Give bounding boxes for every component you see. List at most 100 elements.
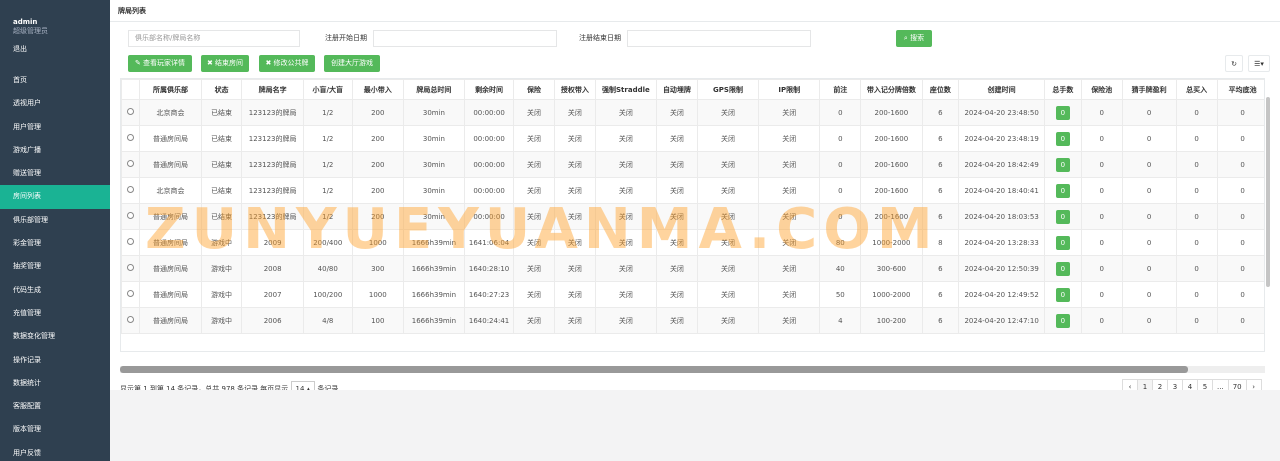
row-radio[interactable]	[127, 264, 135, 271]
total-hands-button[interactable]: 0	[1055, 313, 1070, 328]
table-row[interactable]: 普通房间局 游戏中 2006 4/8 100 1666h39min 1640:24:41 关闭…	[121, 307, 1264, 334]
table-cell: 6	[921, 255, 960, 282]
column-header[interactable]: GPS限制	[696, 79, 760, 100]
table-cell: 关闭	[553, 125, 596, 152]
sidebar-item[interactable]: 数据统计	[0, 372, 110, 395]
row-radio[interactable]	[127, 290, 135, 297]
total-hands-button[interactable]: 0	[1055, 105, 1070, 120]
end-date-input[interactable]	[627, 30, 811, 47]
total-hands-button[interactable]: 0	[1055, 209, 1070, 224]
table-row[interactable]: 普通房间局 已结束 123123的牌局 1/2 200 30min 00:00:00 关闭 关闭…	[121, 125, 1264, 152]
row-radio[interactable]	[127, 238, 135, 245]
view-player-details-button[interactable]: ✎ 查看玩家详情	[128, 55, 192, 72]
scrollbar-thumb[interactable]	[120, 366, 1188, 373]
refresh-button[interactable]: ↻	[1225, 55, 1243, 72]
table-cell: 关闭	[513, 151, 555, 178]
columns-toggle-button[interactable]: ☰▾	[1248, 55, 1270, 72]
column-header[interactable]: 强制Straddle	[594, 79, 658, 100]
start-date-input[interactable]	[373, 30, 557, 47]
column-header[interactable]: 自动埋牌	[656, 79, 698, 100]
table-row[interactable]: 普通房间局 已结束 123123的牌局 1/2 200 30min 00:00:00 关闭 关闭…	[121, 203, 1264, 230]
row-radio[interactable]	[127, 212, 135, 219]
table-cell: 关闭	[513, 203, 555, 230]
column-header[interactable]: 总手数	[1044, 79, 1082, 100]
total-hands-button[interactable]: 0	[1055, 183, 1070, 198]
table-row[interactable]: 普通房间局 游戏中 2007 100/200 1000 1666h39min 1640:27…	[121, 281, 1264, 308]
row-select-cell	[121, 229, 141, 256]
column-header[interactable]: 授权带入	[553, 79, 596, 100]
table-row[interactable]: 北京商会 已结束 123123的牌局 1/2 200 30min 00:00:00 关闭 关闭关…	[121, 177, 1264, 204]
table-cell: 6	[921, 177, 960, 204]
sidebar-item[interactable]: 用户管理	[0, 116, 110, 139]
table-row[interactable]: 普通房间局 已结束 123123的牌局 1/2 200 30min 00:00:00 关闭 关闭…	[121, 151, 1264, 178]
table-cell: 1000	[351, 229, 404, 256]
edit-public-cards-button[interactable]: ✖ 修改公共牌	[259, 55, 315, 72]
sidebar-item[interactable]: 首页	[0, 69, 110, 92]
column-header[interactable]: 最小带入	[351, 79, 404, 100]
row-radio[interactable]	[127, 316, 135, 323]
horizontal-scrollbar[interactable]	[120, 366, 1265, 373]
row-radio[interactable]	[127, 186, 135, 193]
table-cell: 30min	[402, 177, 466, 204]
column-header[interactable]: 创建时间	[958, 79, 1046, 100]
column-header[interactable]: 平均底池	[1216, 79, 1264, 100]
sidebar-item[interactable]: 充值管理	[0, 302, 110, 325]
table-cell: 0	[1216, 177, 1264, 204]
total-hands-button[interactable]: 0	[1055, 287, 1070, 302]
total-hands-button[interactable]: 0	[1055, 157, 1070, 172]
column-header[interactable]: 保险池	[1080, 79, 1123, 100]
total-hands-button[interactable]: 0	[1055, 261, 1070, 276]
column-header[interactable]: 牌局名字	[241, 79, 304, 100]
sidebar-item[interactable]: 数据变化管理	[0, 325, 110, 348]
total-hands-button[interactable]: 0	[1055, 235, 1070, 250]
column-header[interactable]: 牌局总时间	[402, 79, 466, 100]
sidebar-item[interactable]: 客服配置	[0, 395, 110, 418]
column-header[interactable]: IP限制	[758, 79, 821, 100]
end-room-button[interactable]: ✖ 结束房间	[201, 55, 249, 72]
sidebar-item[interactable]: 代码生成	[0, 279, 110, 302]
total-hands-cell: 0	[1044, 307, 1082, 334]
logout-link[interactable]: 退出	[13, 44, 110, 54]
column-header[interactable]: 状态	[200, 79, 243, 100]
sidebar-item[interactable]: 版本管理	[0, 418, 110, 441]
table-row[interactable]: 普通房间局 游戏中 2009 200/400 1000 1666h39min 1641:06…	[121, 229, 1264, 256]
column-header[interactable]: 带入记分牌倍数	[860, 79, 923, 100]
row-radio[interactable]	[127, 160, 135, 167]
sidebar-item[interactable]: 赠送管理	[0, 162, 110, 185]
table-row[interactable]: 北京商会 已结束 123123的牌局 1/2 200 30min 00:00:00 关闭 关闭关…	[121, 99, 1264, 126]
sidebar-item[interactable]: 操作记录	[0, 349, 110, 372]
column-header[interactable]: 小盲/大盲	[302, 79, 353, 100]
vertical-scrollbar[interactable]	[1266, 97, 1270, 287]
table-cell: 0	[1216, 99, 1264, 126]
table-cell: 关闭	[594, 125, 658, 152]
sidebar-item[interactable]: 房间列表	[0, 185, 110, 209]
empty-area	[110, 390, 1280, 461]
row-radio[interactable]	[127, 108, 135, 115]
table-row[interactable]: 普通房间局 游戏中 2008 40/80 300 1666h39min 1640:28:10…	[121, 255, 1264, 282]
search-button[interactable]: ⌕ 搜索	[896, 30, 932, 47]
column-header[interactable]: 所属俱乐部	[139, 79, 202, 100]
column-header[interactable]: 剩余时间	[464, 79, 515, 100]
table-cell: 关闭	[594, 307, 658, 334]
sidebar-item[interactable]: 彩金管理	[0, 232, 110, 255]
table-cell: 0	[1175, 125, 1218, 152]
sidebar-item[interactable]: 抽奖管理	[0, 255, 110, 278]
total-hands-button[interactable]: 0	[1055, 131, 1070, 146]
end-date-label: 注册结束日期	[579, 34, 621, 42]
sidebar-item[interactable]: 用户反馈	[0, 442, 110, 461]
sidebar-item[interactable]: 游戏广播	[0, 139, 110, 162]
column-header[interactable]: 总买入	[1175, 79, 1218, 100]
user-role: 超级管理员	[13, 27, 48, 35]
table-cell: 2006	[241, 307, 304, 334]
sidebar-item[interactable]: 透视用户	[0, 92, 110, 115]
club-search-input[interactable]: 俱乐部名称/牌局名称	[128, 30, 300, 47]
column-header[interactable]: 前注	[819, 79, 862, 100]
column-header[interactable]: 保险	[513, 79, 555, 100]
table-cell: 关闭	[553, 281, 596, 308]
row-radio[interactable]	[127, 134, 135, 141]
sidebar-item[interactable]: 俱乐部管理	[0, 209, 110, 232]
table-cell: 200	[351, 177, 404, 204]
column-header[interactable]: 座位数	[921, 79, 960, 100]
create-lobby-game-button[interactable]: 创建大厅游戏	[324, 55, 380, 72]
column-header[interactable]: 猜手牌盈利	[1121, 79, 1177, 100]
